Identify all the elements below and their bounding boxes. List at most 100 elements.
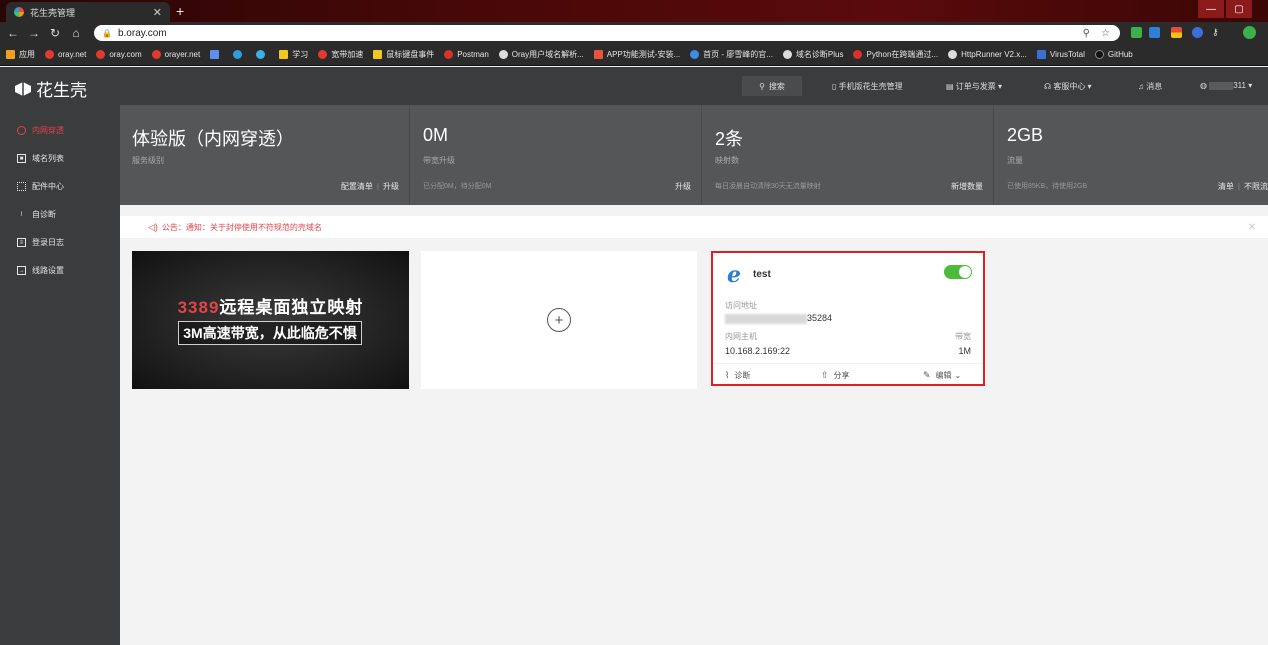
extension-color-icon[interactable] — [1171, 27, 1182, 38]
site-icon — [593, 50, 603, 59]
key-icon[interactable]: ⚷ — [1212, 27, 1223, 38]
bookmark-item[interactable]: Python在跨端通过... — [853, 49, 938, 60]
separator: | — [1237, 182, 1240, 191]
reload-icon[interactable]: ↻ — [47, 25, 63, 41]
toggle-knob — [959, 266, 971, 278]
minimize-icon[interactable]: — — [1198, 0, 1224, 18]
maximize-icon[interactable]: ▢ — [1226, 0, 1252, 18]
mapping-name: test — [753, 269, 771, 280]
config-list-link[interactable]: 配置清单 — [341, 182, 373, 191]
banner-port-number: 3389 — [177, 298, 220, 317]
stat-bandwidth: 0M 带宽升级 已分配0M，待分配0M 升级 — [411, 105, 702, 205]
bookmark-item[interactable]: Postman — [444, 50, 489, 59]
unlimited-traffic-link[interactable]: 不限流 — [1244, 182, 1268, 191]
back-icon[interactable]: ← — [5, 25, 21, 41]
pencil-icon: ✎ — [923, 370, 931, 380]
username-suffix: 311 — [1233, 81, 1246, 90]
forward-icon[interactable]: → — [26, 25, 42, 41]
bookmark-label: 域名诊断Plus — [795, 50, 844, 59]
browser-tab[interactable]: 花生壳管理 ✕ — [6, 2, 170, 22]
bookmark-item[interactable] — [210, 50, 223, 59]
app-logo[interactable]: 花生壳 — [14, 76, 87, 101]
folder-icon — [279, 50, 289, 59]
notice-text[interactable]: 公告：通知：关于封停使用不符规范的壳域名 — [162, 222, 322, 233]
bookmark-apps[interactable]: 应用 — [6, 49, 35, 60]
bookmark-item[interactable]: HttpRunner V2.x... — [948, 50, 1027, 59]
oray-icon — [45, 50, 54, 59]
banner-subtitle: 3M高速带宽，从此临危不惧 — [183, 325, 357, 341]
sidebar-item-domains[interactable]: ■ 域名列表 — [17, 153, 64, 164]
close-icon[interactable]: ✕ — [1248, 222, 1256, 233]
sidebar-item-intranet[interactable]: 内网穿透 — [17, 125, 64, 136]
bookmark-item[interactable]: oray.net — [45, 50, 86, 59]
stat-value: 0M — [423, 125, 449, 145]
bookmark-item[interactable]: orayer.net — [151, 50, 200, 59]
bookmark-item[interactable] — [256, 50, 269, 59]
bookmark-item[interactable]: oray.com — [96, 50, 142, 59]
upgrade-bandwidth-link[interactable]: 升级 — [675, 182, 691, 191]
service-label: 客服中心 — [1053, 82, 1086, 91]
bookmark-item[interactable]: 鼠标键盘事件 — [373, 49, 434, 60]
search-button[interactable]: ⚲ 搜索 — [742, 76, 802, 96]
bookmark-item[interactable]: 宽带加速 — [318, 49, 363, 60]
edit-button[interactable]: ✎ 编辑 ⌄ — [923, 370, 961, 381]
extension-puzzle-icon[interactable] — [1149, 27, 1160, 38]
user-menu[interactable]: ◍ 311 ▾ — [1200, 81, 1252, 90]
sidebar: 内网穿透 ■ 域名列表 配件中心 ⌇ 自诊断 ≡ 登录日志 → 线路设置 — [0, 105, 120, 645]
stat-actions: 清单 | 不限流 — [1218, 181, 1268, 192]
close-icon[interactable]: ✕ — [153, 6, 162, 19]
user-icon: ◍ — [1200, 81, 1210, 90]
profile-avatar[interactable] — [1243, 26, 1256, 39]
bookmark-star-icon[interactable]: ☆ — [1101, 28, 1110, 39]
new-tab-icon[interactable]: + — [176, 3, 184, 19]
diagnose-button[interactable]: ⌇ 诊断 — [725, 370, 750, 381]
orders-menu[interactable]: ▤ 订单与发票 ▾ — [946, 81, 1002, 92]
messages-link[interactable]: ♫ 消息 — [1138, 81, 1162, 92]
extension-shield-icon[interactable] — [1131, 27, 1142, 38]
site-icon — [256, 50, 266, 59]
home-icon[interactable]: ⌂ — [68, 25, 84, 41]
intranet-host-value: 10.168.2.169:22 — [725, 346, 791, 356]
bookmark-label: oray.net — [58, 50, 87, 59]
sidebar-item-login-log[interactable]: ≡ 登录日志 — [17, 237, 64, 248]
stat-hint: 已分配0M，待分配0M — [423, 183, 492, 190]
traffic-list-link[interactable]: 清单 — [1218, 182, 1234, 191]
sidebar-item-label: 线路设置 — [32, 266, 64, 275]
access-address-port[interactable]: 35284 — [807, 313, 832, 323]
sidebar-item-diagnosis[interactable]: ⌇ 自诊断 — [17, 209, 56, 220]
share-button[interactable]: ⇧ 分享 — [821, 370, 850, 381]
address-bar[interactable]: 🔒 b.oray.com ⚲ ☆ — [94, 25, 1120, 41]
apps-grid-icon — [6, 50, 15, 59]
tab-title: 花生壳管理 — [30, 7, 76, 18]
mapping-enable-toggle[interactable] — [944, 265, 972, 279]
extension-globe-icon[interactable] — [1192, 27, 1203, 38]
upgrade-link[interactable]: 升级 — [383, 182, 399, 191]
sidebar-item-accessories[interactable]: 配件中心 — [17, 181, 64, 192]
bookmark-item[interactable]: 首页 - 廖雪峰的官... — [690, 49, 773, 60]
add-mapping-card[interactable]: + — [421, 251, 697, 389]
chevron-down-icon: ⌄ — [954, 371, 962, 380]
bookmark-item[interactable]: GitHub — [1094, 50, 1133, 59]
service-menu[interactable]: ☊ 客服中心 ▾ — [1044, 81, 1092, 92]
sidebar-item-line-settings[interactable]: → 线路设置 — [17, 265, 64, 276]
bookmark-item[interactable]: Oray用户域名解析... — [498, 49, 584, 60]
search-label: 搜索 — [768, 81, 785, 91]
bookmark-item[interactable]: VirusTotal — [1036, 50, 1085, 59]
bookmark-label: VirusTotal — [1049, 50, 1085, 59]
browser-toolbar: ← → ↻ ⌂ 🔒 b.oray.com ⚲ ☆ ⚷ — [0, 22, 1268, 44]
mobile-manage-link[interactable]: ▯ 手机版花生壳管理 — [832, 81, 903, 92]
bookmark-item[interactable] — [233, 50, 246, 59]
bookmark-item[interactable]: APP功能测试-安装... — [593, 49, 680, 60]
masked-address — [725, 314, 807, 324]
zoom-icon[interactable]: ⚲ — [1083, 28, 1090, 39]
stat-hint: 已使用85KB，待使用2GB — [1007, 183, 1088, 190]
postman-icon — [444, 50, 454, 59]
banner-subtitle-box: 3M高速带宽，从此临危不惧 — [178, 321, 362, 345]
add-quantity-link[interactable]: 新增数量 — [951, 182, 983, 191]
bookmark-item[interactable]: 域名诊断Plus — [782, 49, 844, 60]
promo-banner[interactable]: 3389远程桌面独立映射 3M高速带宽，从此临危不惧 — [132, 251, 409, 389]
plus-circle-icon[interactable]: + — [547, 308, 571, 332]
bookmark-item[interactable]: 学习 — [279, 49, 308, 60]
lock-icon: 🔒 — [102, 28, 112, 38]
bookmark-label: 学习 — [292, 50, 309, 59]
